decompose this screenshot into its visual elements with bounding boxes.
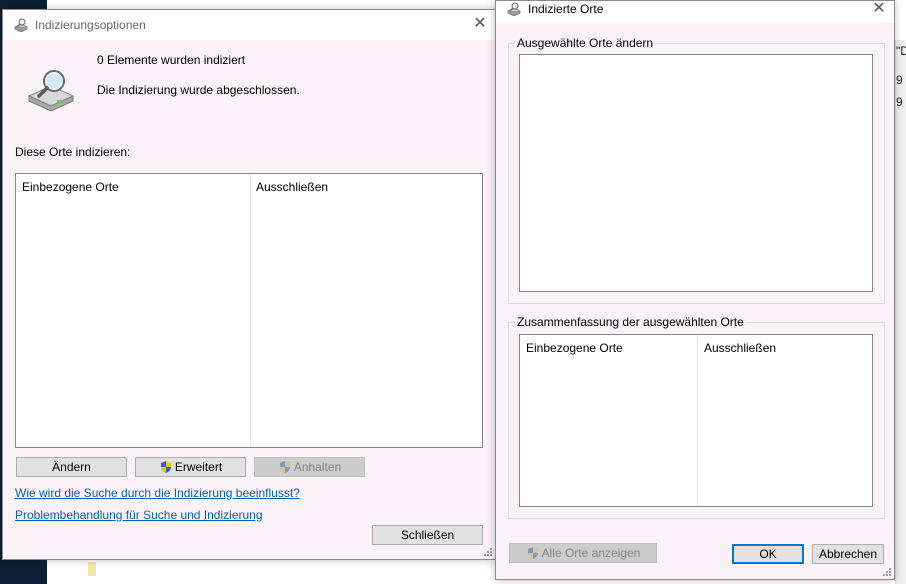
change-locations-group: Ausgewählte Orte ändern xyxy=(508,36,885,304)
summary-locations-list[interactable]: Einbezogene Orte Ausschließen xyxy=(519,334,873,507)
close-button-label: Schließen xyxy=(400,528,455,542)
uac-shield-icon xyxy=(527,547,538,559)
column-divider[interactable] xyxy=(697,335,698,506)
ok-button[interactable]: OK xyxy=(732,544,804,564)
index-locations-label: Diese Orte indizieren: xyxy=(15,145,131,159)
pause-button-label: Anhalten xyxy=(293,460,342,474)
search-indexing-effects-link[interactable]: Wie wird die Suche durch die Indizierung… xyxy=(15,486,300,500)
indexing-options-dialog: Indizierungsoptionen ✕ 0 Elemente wurden… xyxy=(2,9,496,560)
summary-group: Zusammenfassung der ausgewählten Orte Ei… xyxy=(508,315,885,519)
column-header-excluded[interactable]: Ausschließen xyxy=(256,180,328,194)
advanced-button-label: Erweitert xyxy=(174,460,223,474)
background-text-fragment: 9 xyxy=(896,95,903,109)
change-locations-group-label: Ausgewählte Orte ändern xyxy=(515,36,656,50)
resize-grip-icon[interactable] xyxy=(882,567,892,577)
indexing-options-titlebar[interactable]: Indizierungsoptionen ✕ xyxy=(3,10,495,40)
indexing-icon xyxy=(507,2,521,16)
resize-grip-icon[interactable] xyxy=(483,547,493,557)
background-text-fragment: "D xyxy=(896,44,906,58)
close-icon[interactable]: ✕ xyxy=(868,0,890,21)
ok-button-label: OK xyxy=(759,547,777,561)
indexed-locations-titlebar[interactable]: Indizierte Orte ✕ xyxy=(496,0,894,23)
location-tree[interactable] xyxy=(519,54,873,292)
close-icon[interactable]: ✕ xyxy=(469,14,491,36)
column-header-included[interactable]: Einbezogene Orte xyxy=(526,341,623,355)
background-window-column xyxy=(895,40,906,584)
background-text-fragment: 9 xyxy=(896,73,903,87)
indexing-drive-icon xyxy=(27,70,75,112)
close-button[interactable]: Schließen xyxy=(372,525,483,545)
uac-shield-icon xyxy=(279,461,290,473)
modify-button-label: Ändern xyxy=(52,460,91,474)
indexing-status: Die Indizierung wurde abgeschlossen. xyxy=(97,83,300,97)
items-indexed-count: 0 Elemente wurden indiziert xyxy=(97,53,246,67)
cancel-button[interactable]: Abbrechen xyxy=(812,544,884,564)
modify-button[interactable]: Ändern xyxy=(16,457,127,477)
uac-shield-icon xyxy=(160,461,171,473)
indexed-locations-dialog: Indizierte Orte ✕ Ausgewählte Orte änder… xyxy=(495,0,895,580)
indexed-locations-list[interactable]: Einbezogene Orte Ausschließen xyxy=(15,173,483,448)
show-all-locations-button[interactable]: Alle Orte anzeigen xyxy=(509,543,657,563)
cancel-button-label: Abbrechen xyxy=(818,547,878,561)
show-all-locations-label: Alle Orte anzeigen xyxy=(541,546,641,560)
summary-group-label: Zusammenfassung der ausgewählten Orte xyxy=(515,315,746,329)
troubleshoot-search-link[interactable]: Problembehandlung für Suche und Indizier… xyxy=(15,508,263,522)
dialog-title: Indizierte Orte xyxy=(528,2,604,16)
advanced-button[interactable]: Erweitert xyxy=(135,457,246,477)
indexing-icon xyxy=(14,18,28,32)
column-header-included[interactable]: Einbezogene Orte xyxy=(22,180,119,194)
pause-button[interactable]: Anhalten xyxy=(254,457,365,477)
background-folder-tab xyxy=(88,562,96,576)
column-header-excluded[interactable]: Ausschließen xyxy=(704,341,776,355)
column-divider[interactable] xyxy=(250,174,251,447)
dialog-title: Indizierungsoptionen xyxy=(35,18,146,32)
